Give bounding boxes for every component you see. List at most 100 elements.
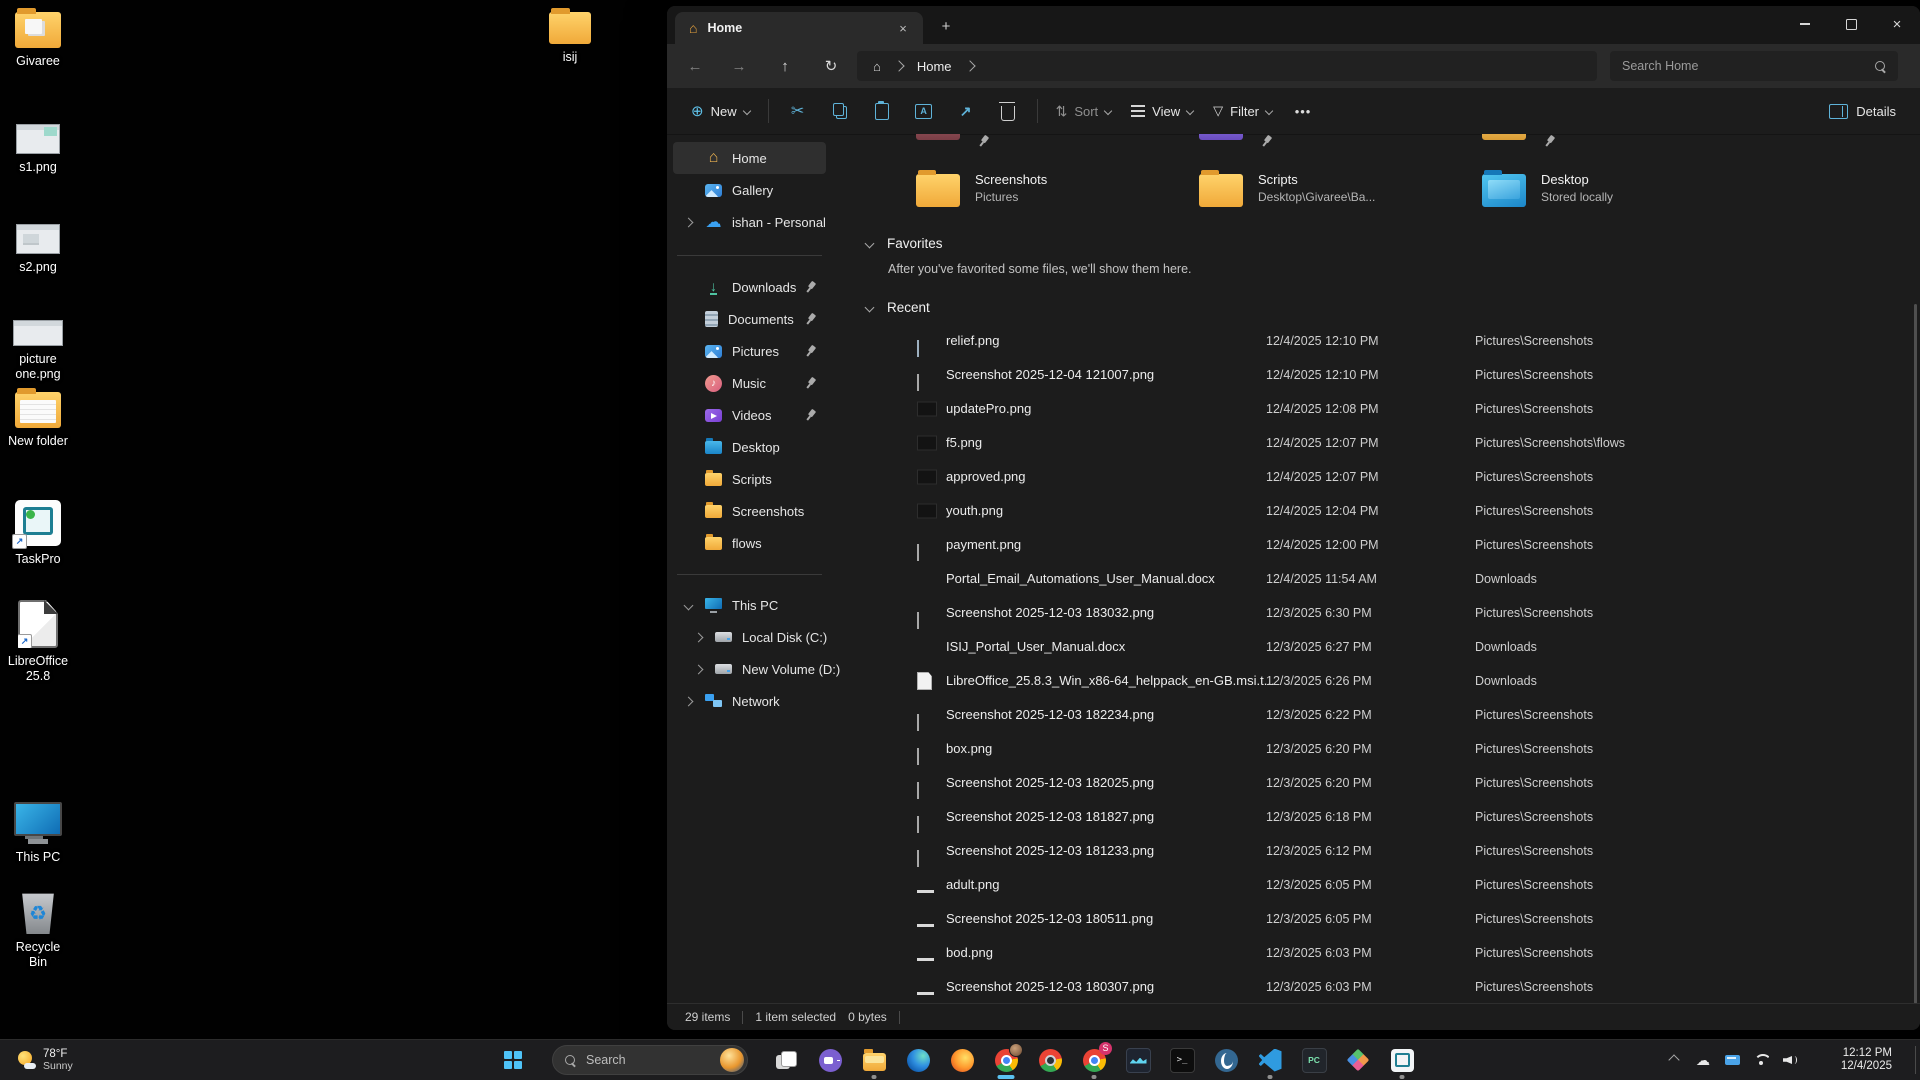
forward-button[interactable]: →: [723, 50, 755, 82]
sidebar-item-screenshots[interactable]: Screenshots: [673, 495, 826, 527]
taskbar-search[interactable]: Search: [552, 1045, 748, 1075]
chrome-profile-3-icon[interactable]: [1072, 1040, 1116, 1080]
up-button[interactable]: ↑: [769, 50, 801, 82]
sidebar-item-desktop[interactable]: Desktop: [673, 431, 826, 463]
sidebar-item-this-pc[interactable]: This PC: [673, 589, 826, 621]
chrome-profile-2-icon[interactable]: [1028, 1040, 1072, 1080]
keyboard-icon[interactable]: [1724, 1052, 1740, 1068]
terminal-icon[interactable]: [1160, 1040, 1204, 1080]
file-row[interactable]: adult.png 12/3/2025 6:05 PM Pictures\Scr…: [832, 868, 1920, 902]
file-row[interactable]: bod.png 12/3/2025 6:03 PM Pictures\Scree…: [832, 936, 1920, 970]
desktop-icon-s1[interactable]: s1.png: [6, 124, 70, 175]
hidden-icons-chevron[interactable]: [1666, 1052, 1682, 1068]
sidebar-item-videos[interactable]: Videos: [673, 399, 826, 431]
file-explorer-icon[interactable]: [852, 1040, 896, 1080]
postgresql-icon[interactable]: [1204, 1040, 1248, 1080]
sidebar-item-gallery[interactable]: Gallery: [673, 174, 826, 206]
breadcrumb-home-icon[interactable]: ⌂: [873, 59, 881, 74]
maximize-button[interactable]: [1828, 6, 1874, 42]
file-row[interactable]: Screenshot 2025-12-03 180511.png 12/3/20…: [832, 902, 1920, 936]
sidebar-item-home[interactable]: Home: [673, 142, 826, 174]
task-view-icon[interactable]: [764, 1040, 808, 1080]
chevron-icon[interactable]: [684, 217, 694, 227]
sidebar-item-network[interactable]: Network: [673, 685, 826, 717]
wifi-icon[interactable]: [1753, 1052, 1769, 1068]
tile-scripts[interactable]: Scripts Desktop\Givaree\Ba...: [1189, 166, 1461, 224]
desktop-icon-taskpro[interactable]: TaskPro: [6, 500, 70, 567]
file-row[interactable]: Screenshot 2025-12-03 180307.png 12/3/20…: [832, 970, 1920, 1004]
taskbar-clock[interactable]: 12:12 PM 12/4/2025: [1820, 1040, 1892, 1080]
file-row[interactable]: Screenshot 2025-12-03 181233.png 12/3/20…: [832, 834, 1920, 868]
search-input[interactable]: [1610, 58, 1875, 74]
breadcrumb-home[interactable]: Home: [917, 59, 952, 74]
chevron-icon[interactable]: [694, 632, 704, 642]
pycharm-icon[interactable]: [1292, 1040, 1336, 1080]
minimize-button[interactable]: [1782, 6, 1828, 42]
recent-section-header[interactable]: Recent: [832, 294, 930, 320]
vscode-icon[interactable]: [1248, 1040, 1292, 1080]
file-row[interactable]: Screenshot 2025-12-04 121007.png 12/4/20…: [832, 358, 1920, 392]
rename-button[interactable]: A: [903, 94, 945, 128]
new-button[interactable]: ⊕ New: [681, 94, 760, 128]
sidebar-item-pictures[interactable]: Pictures: [673, 335, 826, 367]
desktop-icon-libreoffice[interactable]: LibreOffice 25.8: [6, 600, 70, 684]
sidebar-item-new-volume-d[interactable]: New Volume (D:): [673, 653, 826, 685]
file-row[interactable]: Screenshot 2025-12-03 183032.png 12/3/20…: [832, 596, 1920, 630]
file-row[interactable]: Portal_Email_Automations_User_Manual.doc…: [832, 562, 1920, 596]
edge-icon[interactable]: [896, 1040, 940, 1080]
sidebar-item-downloads[interactable]: Downloads: [673, 271, 826, 303]
search-icon[interactable]: [1875, 61, 1886, 72]
file-row[interactable]: approved.png 12/4/2025 12:07 PM Pictures…: [832, 460, 1920, 494]
favorites-section-header[interactable]: Favorites: [832, 230, 943, 256]
sidebar-divider[interactable]: [673, 238, 826, 271]
sidebar-item-local-disk-c[interactable]: Local Disk (C:): [673, 621, 826, 653]
chevron-down-icon[interactable]: [865, 302, 875, 312]
delete-button[interactable]: [987, 94, 1029, 128]
file-row[interactable]: relief.png 12/4/2025 12:10 PM Pictures\S…: [832, 324, 1920, 358]
desktop-icon-s2[interactable]: s2.png: [6, 224, 70, 275]
diamond-app-icon[interactable]: [1336, 1040, 1380, 1080]
details-pane-button[interactable]: Details: [1819, 94, 1906, 128]
file-row[interactable]: box.png 12/3/2025 6:20 PM Pictures\Scree…: [832, 732, 1920, 766]
sidebar-item-onedrive[interactable]: ishan - Personal: [673, 206, 826, 238]
tile-screenshots[interactable]: Screenshots Pictures: [906, 166, 1178, 224]
desktop-icon-picture-one[interactable]: picture one.png: [6, 320, 70, 382]
chevron-icon[interactable]: [694, 664, 704, 674]
copy-button[interactable]: [819, 94, 861, 128]
file-row[interactable]: Screenshot 2025-12-03 182234.png 12/3/20…: [832, 698, 1920, 732]
share-button[interactable]: ↗: [945, 94, 987, 128]
desktop-icon-isij[interactable]: isij: [538, 12, 602, 65]
new-tab-button[interactable]: +: [933, 16, 959, 38]
close-button[interactable]: ×: [1874, 6, 1920, 42]
desktop-icon-givaree[interactable]: Givaree: [6, 12, 70, 69]
sidebar-divider[interactable]: [673, 559, 826, 589]
file-row[interactable]: Screenshot 2025-12-03 182025.png 12/3/20…: [832, 766, 1920, 800]
file-row[interactable]: Screenshot 2025-12-03 181827.png 12/3/20…: [832, 800, 1920, 834]
view-button[interactable]: View: [1121, 94, 1203, 128]
breadcrumb[interactable]: ⌂ Home: [857, 51, 1597, 81]
file-row[interactable]: updatePro.png 12/4/2025 12:08 PM Picture…: [832, 392, 1920, 426]
file-row[interactable]: f5.png 12/4/2025 12:07 PM Pictures\Scree…: [832, 426, 1920, 460]
show-desktop-button[interactable]: [1915, 1046, 1920, 1074]
sidebar-item-scripts[interactable]: Scripts: [673, 463, 826, 495]
vertical-scrollbar[interactable]: [1914, 304, 1917, 1004]
sidebar-item-documents[interactable]: Documents: [673, 303, 826, 335]
more-options-button[interactable]: •••: [1282, 94, 1324, 128]
volume-icon[interactable]: [1782, 1052, 1798, 1068]
task-manager-icon[interactable]: [1116, 1040, 1160, 1080]
refresh-button[interactable]: ↻: [815, 50, 847, 82]
sidebar-item-music[interactable]: Music: [673, 367, 826, 399]
tile-desktop[interactable]: Desktop Stored locally: [1472, 166, 1744, 224]
desktop-icon-recycle-bin[interactable]: ♻ Recycle Bin: [6, 892, 70, 970]
file-row[interactable]: ISIJ_Portal_User_Manual.docx 12/3/2025 6…: [832, 630, 1920, 664]
chrome-profile-1-icon[interactable]: [984, 1040, 1028, 1080]
onedrive-icon[interactable]: ☁: [1695, 1052, 1711, 1068]
taskpro-icon[interactable]: [1380, 1040, 1424, 1080]
chevron-icon[interactable]: [684, 696, 694, 706]
chat-icon[interactable]: [808, 1040, 852, 1080]
tab-close-icon[interactable]: ×: [895, 21, 911, 36]
tab-home[interactable]: ⌂ Home ×: [675, 12, 923, 44]
file-row[interactable]: LibreOffice_25.8.3_Win_x86-64_helppack_e…: [832, 664, 1920, 698]
file-row[interactable]: payment.png 12/4/2025 12:00 PM Pictures\…: [832, 528, 1920, 562]
filter-button[interactable]: ▽ Filter: [1203, 94, 1282, 128]
